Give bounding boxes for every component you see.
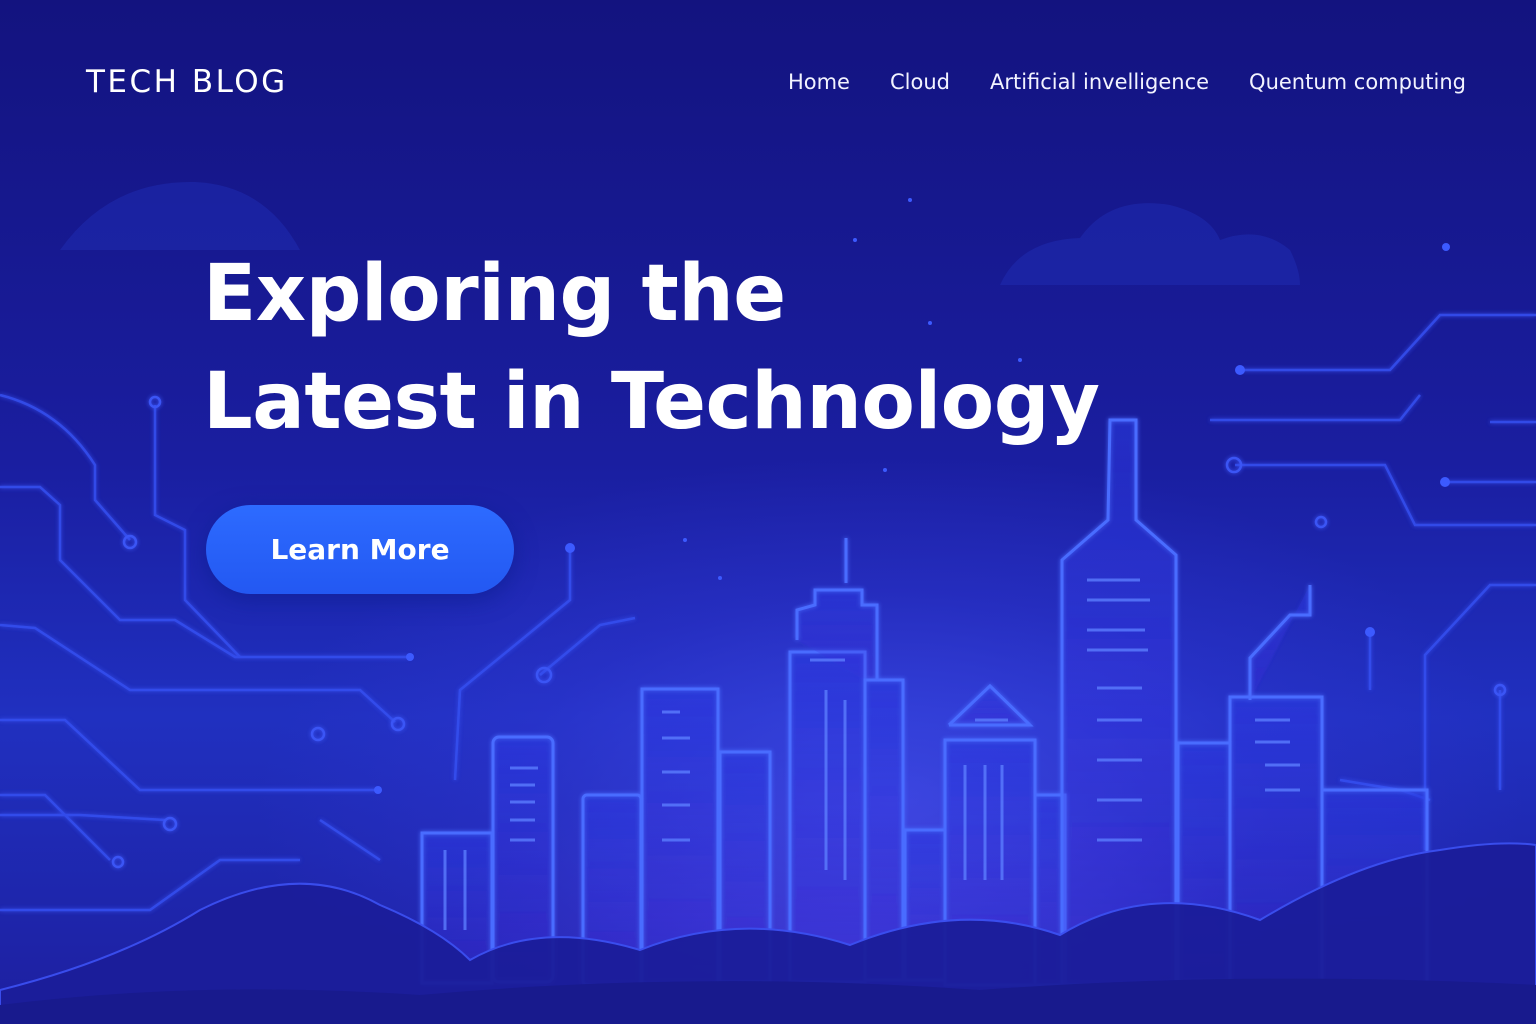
hero-title: Exploring the Latest in Technology <box>203 240 1100 456</box>
nav-item-cloud[interactable]: Cloud <box>890 70 950 94</box>
learn-more-button[interactable]: Learn More <box>206 505 514 594</box>
nav-item-home[interactable]: Home <box>788 70 850 94</box>
nav-item-artificial-intelligence[interactable]: Artificial invelligence <box>990 70 1209 94</box>
city-skyline-illustration <box>420 418 1429 987</box>
landing-page: TECH BLOG Home Cloud Artificial invellig… <box>0 0 1536 1024</box>
hero-title-line-1: Exploring the <box>203 249 786 339</box>
hero-title-line-2: Latest in Technology <box>203 357 1100 447</box>
nav-item-quantum-computing[interactable]: Quentum computing <box>1249 70 1466 94</box>
site-logo[interactable]: TECH BLOG <box>86 64 288 100</box>
main-nav: Home Cloud Artificial invelligence Quent… <box>788 70 1466 94</box>
site-header: TECH BLOG Home Cloud Artificial invellig… <box>0 0 1536 170</box>
